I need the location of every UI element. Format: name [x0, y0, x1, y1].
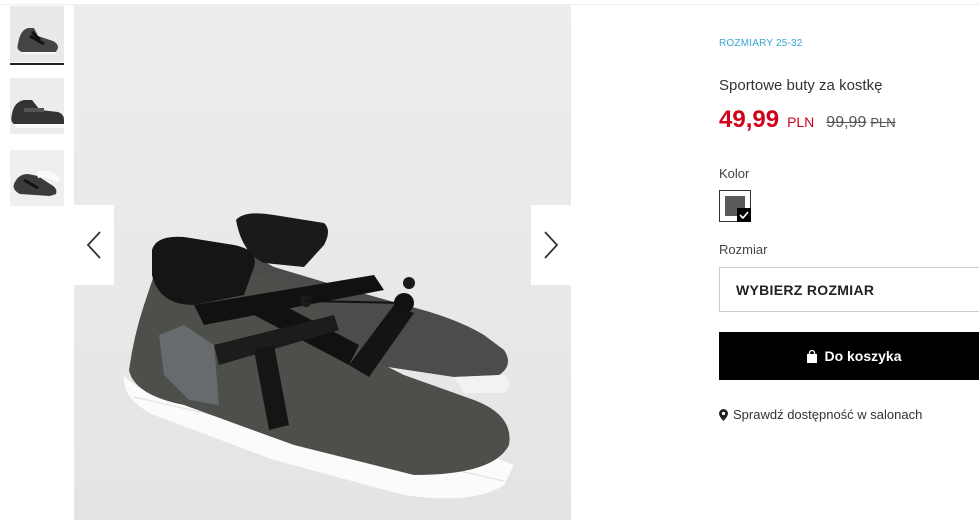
add-to-cart-label: Do koszyka [824, 348, 902, 364]
size-range-label: ROZMIARY 25-32 [719, 38, 803, 49]
next-image-button[interactable] [531, 205, 571, 285]
color-label: Kolor [719, 166, 750, 181]
shoe-illustration [123, 213, 514, 499]
chevron-left-icon [86, 231, 101, 259]
current-price: 49,99 [719, 106, 780, 133]
shopping-bag-icon [806, 349, 818, 363]
price-block: 49,99 PLN 99,99 PLN [719, 106, 896, 134]
check-icon [737, 208, 751, 222]
location-pin-icon [719, 408, 728, 421]
old-price: 99,99 [826, 114, 867, 131]
current-price-currency: PLN [787, 114, 815, 130]
size-label: Rozmiar [719, 242, 768, 257]
check-availability-link[interactable]: Sprawdź dostępność w salonach [719, 407, 922, 422]
thumbnail-side-view[interactable] [10, 78, 64, 134]
old-price-currency: PLN [870, 115, 896, 130]
chevron-right-icon [544, 231, 559, 259]
size-select-dropdown[interactable]: WYBIERZ ROZMIAR [719, 267, 979, 312]
availability-link-text: Sprawdź dostępność w salonach [733, 407, 923, 422]
add-to-cart-button[interactable]: Do koszyka [719, 332, 979, 380]
product-title: Sportowe buty za kostkę [719, 77, 883, 94]
thumbnail-front-view[interactable] [10, 6, 64, 62]
thumbnail-sole-view[interactable] [10, 150, 64, 206]
color-swatch-grey[interactable] [719, 190, 751, 222]
thumbnail-list [10, 6, 64, 222]
previous-image-button[interactable] [74, 205, 114, 285]
active-thumbnail-indicator [10, 63, 64, 65]
product-main-image[interactable] [74, 5, 571, 520]
